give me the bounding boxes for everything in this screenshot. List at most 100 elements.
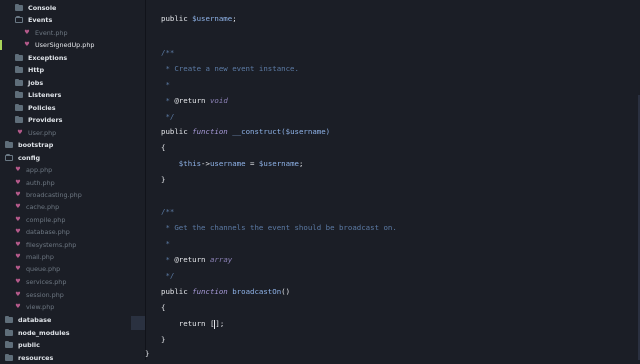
tree-item-broadcasting-php[interactable]: ♥ broadcasting.php (15, 189, 81, 201)
tree-item-compile-php[interactable]: ♥ compile.php (15, 214, 65, 226)
tree-item-cache-php[interactable]: ♥ cache.php (15, 201, 59, 213)
code-line[interactable]: { (161, 302, 165, 314)
code-token: @return (174, 96, 206, 105)
tree-item-label: Jobs (28, 79, 44, 87)
tree-item-services-php[interactable]: ♥ services.php (15, 276, 66, 288)
tree-item-label: Console (28, 4, 57, 12)
tree-item-listeners[interactable]: Listeners (15, 89, 61, 101)
tree-item-label: resources (18, 354, 54, 362)
tree-item-filesystems-php[interactable]: ♥ filesystems.php (15, 239, 76, 251)
active-file-marker (0, 40, 2, 50)
code-line[interactable]: * (161, 238, 170, 250)
code-token: ; (232, 14, 237, 23)
code-line[interactable]: */ (161, 270, 174, 282)
tree-item-session-php[interactable]: ♥ session.php (15, 289, 64, 301)
code-token: __construct( (227, 127, 286, 136)
tree-item-label: bootstrap (18, 141, 54, 149)
code-line[interactable]: * (161, 79, 169, 91)
folder-icon (15, 65, 23, 73)
code-token: } (145, 349, 150, 358)
code-line[interactable]: * Get the channels the event should be b… (161, 222, 397, 234)
code-token: * (161, 239, 170, 248)
code-token: $this (161, 159, 202, 168)
tree-item-view-php[interactable]: ♥ view.php (15, 301, 54, 313)
tree-item-config[interactable]: config (5, 152, 40, 164)
php-file-icon: ♥ (15, 166, 21, 173)
code-token: * Create a new event instance. (161, 64, 299, 73)
tree-item-exceptions[interactable]: Exceptions (15, 52, 67, 64)
folder-icon (5, 315, 13, 323)
code-token: function (192, 127, 228, 136)
code-line[interactable]: public function broadcastOn() (161, 286, 290, 298)
code-line[interactable]: * @return array (161, 254, 232, 266)
tree-item-label: auth.php (26, 179, 55, 187)
tree-item-label: config (18, 154, 41, 162)
code-token: * Get the channels the event should be b… (161, 223, 397, 232)
php-file-icon: ♥ (15, 303, 21, 310)
code-line[interactable]: public $username; (161, 13, 237, 25)
tree-item-usersignedup-php[interactable]: ♥ UserSignedUp.php (24, 39, 94, 51)
folder-icon (5, 353, 13, 361)
code-line[interactable]: } (161, 334, 165, 346)
tree-item-console[interactable]: Console (15, 2, 56, 14)
tree-item-public[interactable]: public (5, 339, 40, 351)
tree-item-label: cache.php (26, 203, 60, 211)
tree-item-label: database (18, 316, 52, 324)
code-line[interactable]: public function __construct($username) (161, 126, 330, 138)
code-line[interactable]: * Create a new event instance. (161, 63, 299, 75)
code-token: return (161, 319, 210, 328)
tree-item-policies[interactable]: Policies (15, 102, 56, 114)
tree-item-database-php[interactable]: ♥ database.php (15, 226, 70, 238)
tree-item-providers[interactable]: Providers (15, 114, 62, 126)
tree-item-queue-php[interactable]: ♥ queue.php (15, 263, 60, 275)
code-line[interactable]: * @return void (161, 95, 227, 107)
code-editor[interactable]: public $username; /** * Create a new even… (145, 0, 640, 360)
folder-icon (15, 90, 23, 98)
code-line[interactable]: } (145, 348, 149, 360)
code-line[interactable]: $this->username = $username; (161, 158, 304, 170)
folder-icon (5, 340, 13, 348)
php-file-icon: ♥ (15, 278, 21, 285)
tree-item-label: public (18, 341, 40, 349)
open-folder-icon (15, 16, 23, 23)
code-token: public (161, 127, 193, 136)
tree-item-database[interactable]: database (5, 314, 51, 326)
php-file-icon: ♥ (15, 291, 21, 298)
code-line[interactable]: } (161, 174, 165, 186)
code-token: ; (298, 159, 304, 168)
tree-item-label: view.php (26, 303, 55, 311)
tree-item-label: filesystems.php (26, 241, 77, 249)
php-file-icon: ♥ (24, 41, 30, 48)
folder-icon (5, 140, 13, 148)
code-token: public (161, 14, 193, 23)
tree-item-bootstrap[interactable]: bootstrap (5, 139, 53, 151)
tree-item-http[interactable]: Http (15, 64, 44, 76)
tree-item-app-php[interactable]: ♥ app.php (15, 164, 52, 176)
tree-item-label: database.php (26, 228, 70, 236)
code-token: */ (161, 112, 175, 121)
code-line[interactable]: /** (161, 47, 174, 59)
code-token: ) (325, 127, 331, 136)
tree-item-label: app.php (26, 166, 53, 174)
tree-item-label: services.php (26, 278, 67, 286)
tree-item-resources[interactable]: resources (5, 352, 53, 364)
code-token: ]; (215, 319, 225, 328)
tree-item-label: Http (28, 66, 45, 74)
code-line[interactable]: */ (161, 111, 174, 123)
tree-item-label: Exceptions (28, 54, 68, 62)
code-token: $username (285, 127, 326, 136)
code-token: function (192, 287, 228, 296)
tree-item-events[interactable]: Events (15, 14, 52, 26)
tree-item-auth-php[interactable]: ♥ auth.php (15, 177, 55, 189)
folder-icon (15, 3, 23, 11)
code-token: () (281, 287, 291, 296)
tree-item-jobs[interactable]: Jobs (15, 77, 43, 89)
tree-item-node-modules[interactable]: node_modules (5, 327, 70, 339)
php-file-icon: ♥ (15, 253, 21, 260)
code-line[interactable]: { (161, 142, 165, 154)
tree-item-user-php[interactable]: ♥ User.php (17, 127, 56, 139)
tree-item-mail-php[interactable]: ♥ mail.php (15, 251, 54, 263)
code-line[interactable]: return []; (161, 318, 224, 330)
code-line[interactable]: /** (161, 206, 174, 218)
tree-item-event-php[interactable]: ♥ Event.php (24, 27, 67, 39)
